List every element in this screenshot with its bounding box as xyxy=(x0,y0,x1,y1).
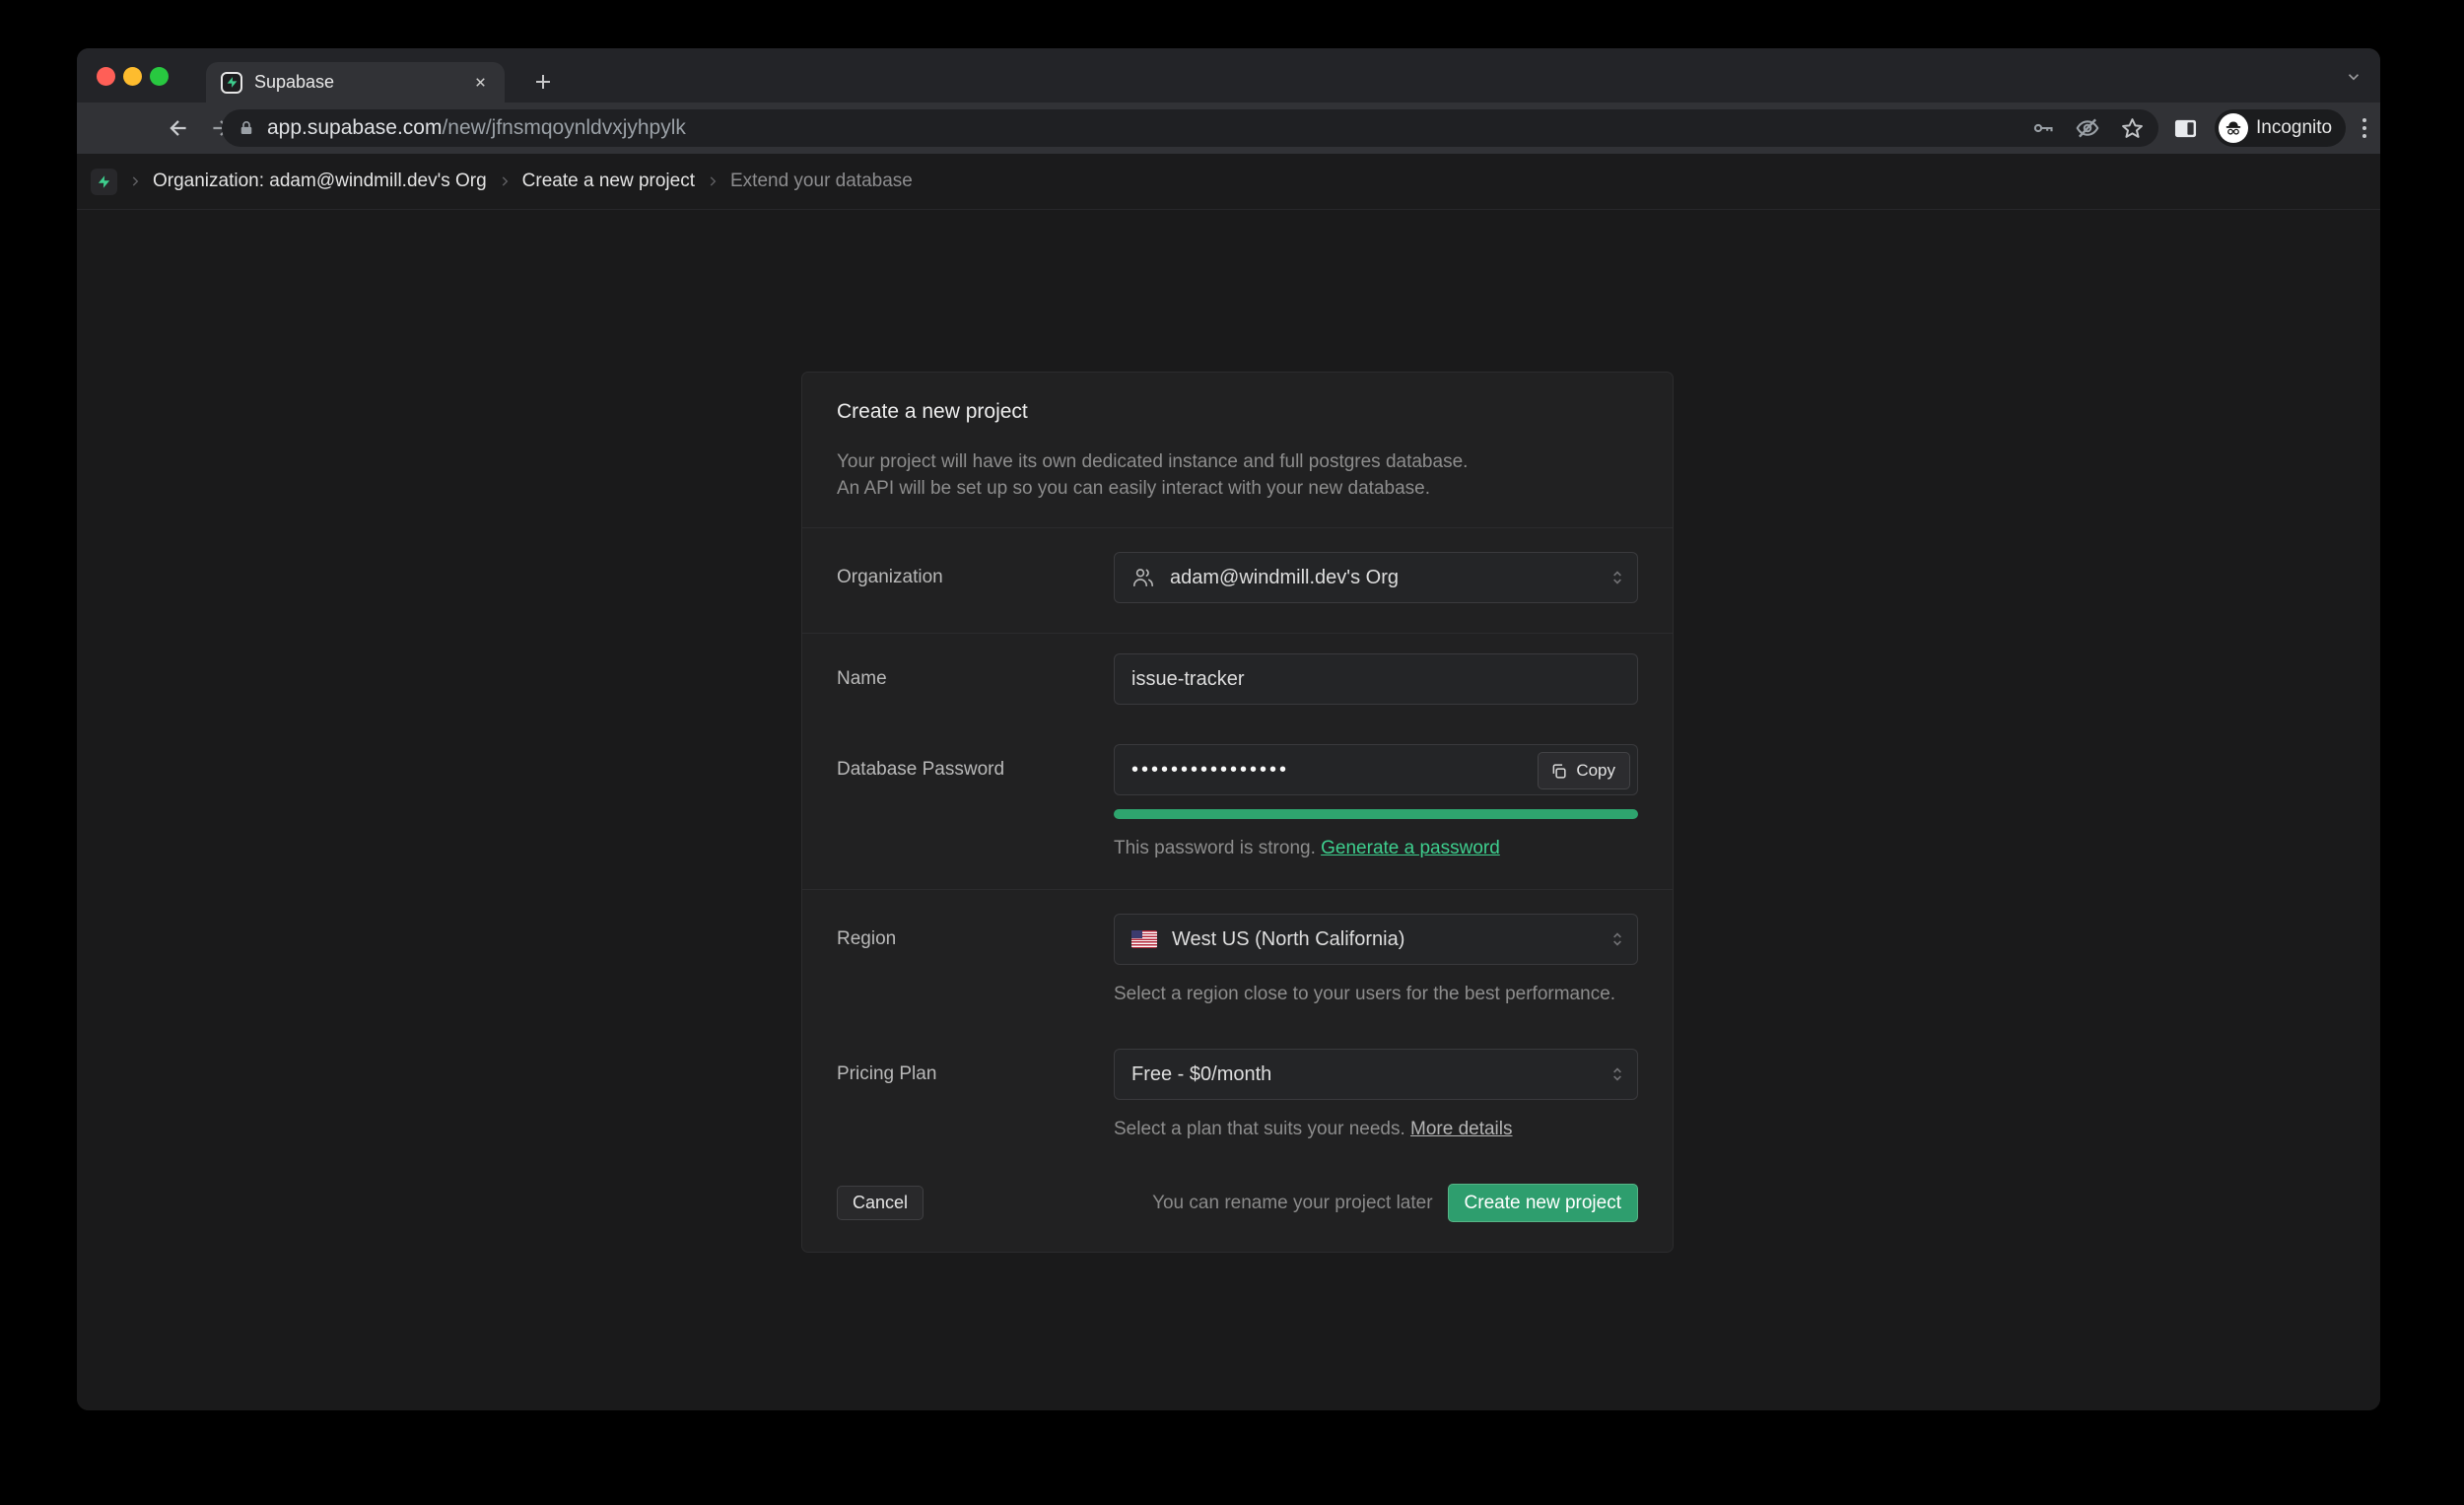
generate-password-link[interactable]: Generate a password xyxy=(1321,838,1500,858)
card-header: Create a new project Your project will h… xyxy=(802,373,1673,528)
supabase-logo-icon[interactable] xyxy=(91,169,117,195)
eye-off-icon[interactable] xyxy=(2075,115,2100,141)
pricing-helper: Select a plan that suits your needs. Mor… xyxy=(1114,1119,1638,1140)
incognito-label: Incognito xyxy=(2256,117,2332,139)
zoom-window-button[interactable] xyxy=(150,67,169,86)
page-content: Organization: adam@windmill.dev's Org Cr… xyxy=(77,154,2380,1410)
tab-strip: Supabase xyxy=(77,48,2380,103)
minimize-window-button[interactable] xyxy=(123,67,142,86)
browser-window: Supabase xyxy=(77,48,2380,1410)
region-helper: Select a region close to your users for … xyxy=(1114,984,1638,1005)
name-label: Name xyxy=(837,653,1114,705)
chevron-up-down-icon xyxy=(1608,568,1627,587)
pricing-plan-label: Pricing Plan xyxy=(837,1049,1114,1140)
browser-toolbar: app.supabase.com/new/jfnsmqoynldvxjyhpyl… xyxy=(77,103,2380,154)
us-flag-icon xyxy=(1131,930,1157,948)
pricing-plan-value: Free - $0/month xyxy=(1131,1063,1271,1086)
url-bar[interactable]: app.supabase.com/new/jfnsmqoynldvxjyhpyl… xyxy=(222,109,2158,147)
pricing-helper-text: Select a plan that suits your needs. xyxy=(1114,1119,1410,1139)
urlbar-actions xyxy=(2031,115,2145,141)
database-password-label: Database Password xyxy=(837,744,1114,859)
browser-menu-icon[interactable] xyxy=(2352,113,2377,143)
more-details-link[interactable]: More details xyxy=(1410,1119,1513,1139)
traffic-lights xyxy=(97,67,169,86)
supabase-favicon-icon xyxy=(221,72,242,94)
tab-search-chevron-icon[interactable] xyxy=(2339,62,2368,92)
card-description: Your project will have its own dedicated… xyxy=(837,448,1638,502)
card-description-line2: An API will be set up so you can easily … xyxy=(837,475,1638,502)
breadcrumb-item-extend-database[interactable]: Extend your database xyxy=(730,171,913,192)
create-new-project-button[interactable]: Create new project xyxy=(1448,1184,1638,1222)
url-path: /new/jfnsmqoynldvxjyhpylk xyxy=(442,116,685,139)
project-name-value: issue-tracker xyxy=(1131,668,1244,691)
copy-icon xyxy=(1549,762,1568,781)
new-tab-button[interactable] xyxy=(522,61,564,103)
side-panel-icon[interactable] xyxy=(2170,115,2200,141)
pricing-plan-select[interactable]: Free - $0/month xyxy=(1114,1049,1638,1100)
password-strength-bar xyxy=(1114,809,1638,819)
tab-close-icon[interactable] xyxy=(467,70,493,96)
breadcrumb-item-create-project[interactable]: Create a new project xyxy=(522,171,695,192)
chevron-right-icon xyxy=(498,173,512,189)
region-select[interactable]: West US (North California) xyxy=(1114,914,1638,965)
chevron-right-icon xyxy=(706,173,719,189)
region-pricing-section: Region West US (North California) Selec xyxy=(802,890,1673,1170)
users-icon xyxy=(1131,566,1155,589)
chevron-up-down-icon xyxy=(1608,1064,1627,1084)
page-title: Create a new project xyxy=(837,400,1638,424)
password-strength-helper: This password is strong. Generate a pass… xyxy=(1114,838,1638,859)
close-window-button[interactable] xyxy=(97,67,115,86)
back-icon[interactable] xyxy=(166,115,191,141)
password-strength-text: This password is strong. xyxy=(1114,838,1321,858)
breadcrumb: Organization: adam@windmill.dev's Org Cr… xyxy=(77,154,2380,210)
incognito-badge: Incognito xyxy=(2215,109,2346,147)
card-footer: Cancel You can rename your project later… xyxy=(802,1170,1673,1252)
name-password-section: Name issue-tracker Database Password •••… xyxy=(802,634,1673,890)
bookmark-star-icon[interactable] xyxy=(2120,116,2145,141)
database-password-input[interactable]: •••••••••••••••• Copy xyxy=(1114,744,1638,795)
tab-title: Supabase xyxy=(254,72,467,93)
organization-value: adam@windmill.dev's Org xyxy=(1170,567,1399,589)
card-description-line1: Your project will have its own dedicated… xyxy=(837,448,1638,475)
lock-icon xyxy=(238,118,255,138)
url-text: app.supabase.com/new/jfnsmqoynldvxjyhpyl… xyxy=(267,116,686,140)
organization-label: Organization xyxy=(837,552,1114,603)
rename-note: You can rename your project later xyxy=(1152,1193,1432,1214)
breadcrumb-item-organization[interactable]: Organization: adam@windmill.dev's Org xyxy=(153,171,487,192)
region-label: Region xyxy=(837,914,1114,1005)
chevron-right-icon xyxy=(128,173,142,189)
database-password-masked-value: •••••••••••••••• xyxy=(1131,759,1289,782)
create-project-card: Create a new project Your project will h… xyxy=(801,372,1674,1253)
incognito-icon xyxy=(2219,113,2248,143)
browser-tab[interactable]: Supabase xyxy=(206,62,505,103)
url-domain: app.supabase.com xyxy=(267,116,442,139)
region-value: West US (North California) xyxy=(1172,928,1404,951)
copy-password-button[interactable]: Copy xyxy=(1538,752,1630,789)
copy-label: Copy xyxy=(1576,761,1615,781)
chevron-up-down-icon xyxy=(1608,929,1627,949)
organization-section: Organization adam@wind xyxy=(802,528,1673,634)
organization-select[interactable]: adam@windmill.dev's Org xyxy=(1114,552,1638,603)
cancel-button[interactable]: Cancel xyxy=(837,1186,924,1220)
project-name-input[interactable]: issue-tracker xyxy=(1114,653,1638,705)
password-key-icon[interactable] xyxy=(2031,116,2055,140)
